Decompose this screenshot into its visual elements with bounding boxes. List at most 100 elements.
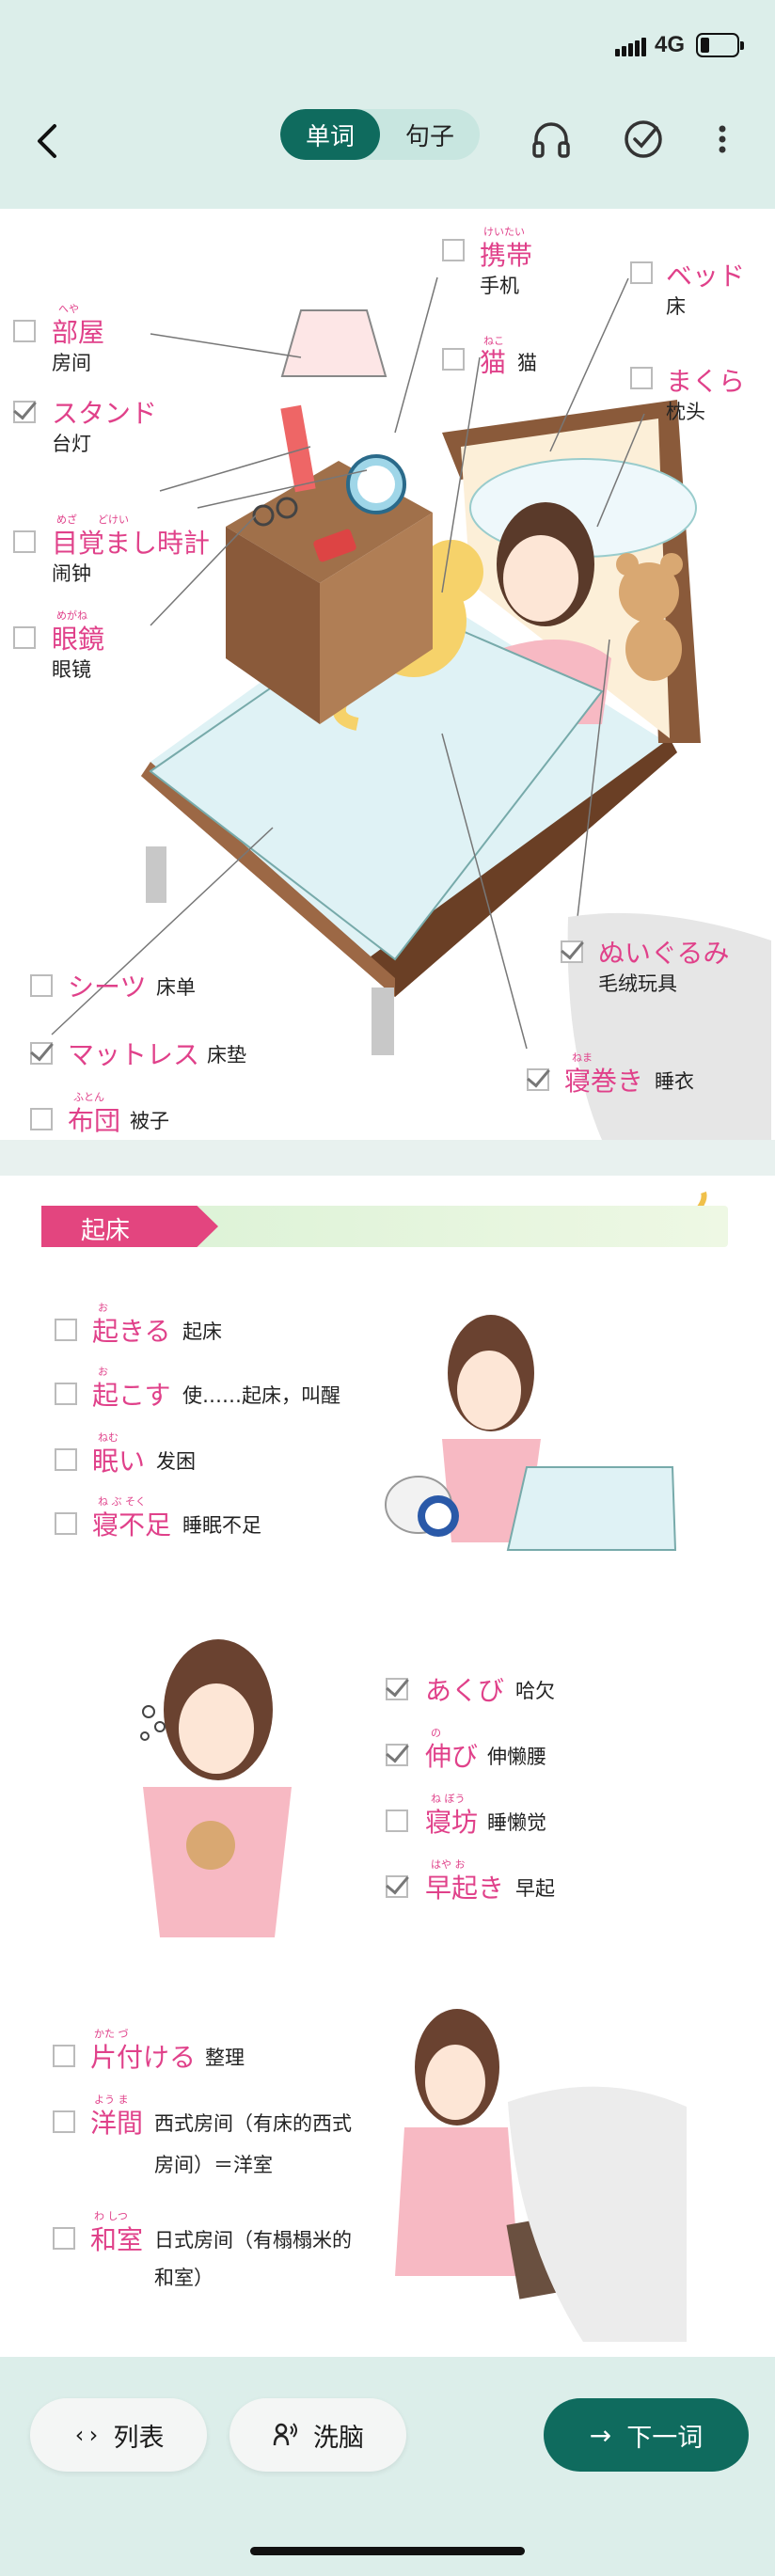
- checkbox-getup-5[interactable]: [386, 1678, 408, 1700]
- checkbox-getup-6[interactable]: [386, 1744, 408, 1766]
- getup-illustrations: [140, 1192, 707, 2342]
- word-jp[interactable]: 目覚まし時計: [52, 523, 210, 561]
- word-jp[interactable]: シーツ: [68, 967, 146, 1004]
- checkbox-getup-11[interactable]: [53, 2227, 75, 2250]
- word-cn: 毛绒玩具: [598, 972, 677, 995]
- checkbox-getup-2[interactable]: [55, 1383, 77, 1405]
- battery-icon: [696, 33, 744, 57]
- checkbox-getup-4[interactable]: [55, 1512, 77, 1535]
- word-cn: 床垫: [207, 1044, 246, 1067]
- word-cn: 起床: [182, 1320, 222, 1343]
- section-title: 起床: [41, 1206, 218, 1247]
- word-cn: 闹钟: [52, 562, 91, 585]
- checkbox-bedroom-3[interactable]: [13, 530, 36, 553]
- checkbox-bedroom-7[interactable]: [630, 261, 653, 284]
- next-word-button[interactable]: → 下一词: [544, 2398, 749, 2472]
- word-cn: 床单: [156, 976, 196, 999]
- word-cn: 日式房间（有榻榻米的: [154, 2229, 352, 2252]
- mode-toggle: 单词 句子: [280, 109, 480, 160]
- word-jp[interactable]: マットレス: [68, 1035, 199, 1072]
- word-jp[interactable]: ベッド: [666, 256, 745, 293]
- word-cn: 睡懒觉: [487, 1811, 546, 1834]
- word-jp[interactable]: 和室: [90, 2220, 143, 2257]
- word-jp[interactable]: あくび: [425, 1670, 504, 1708]
- bedroom-card: へや 部屋 房间 スタンド 台灯 めざ どけい 目覚まし時計 闹钟 めがね 眼鏡…: [0, 209, 775, 1140]
- checkbox-getup-9[interactable]: [53, 2045, 75, 2067]
- word-jp[interactable]: 寝巻き: [564, 1061, 643, 1098]
- word-cn: 房间: [52, 352, 91, 374]
- word-jp[interactable]: 伸び: [425, 1736, 478, 1774]
- checkbox-bedroom-13[interactable]: [527, 1068, 549, 1091]
- word-jp[interactable]: 眠い: [92, 1441, 145, 1478]
- word-cn: 哈欠: [515, 1680, 555, 1702]
- brain-speak-icon: [273, 2423, 297, 2446]
- checkbox-bedroom-12[interactable]: [561, 940, 583, 963]
- word-cn-cont: 房间）＝洋室: [154, 2154, 273, 2176]
- checkbox-getup-1[interactable]: [55, 1319, 77, 1341]
- checkbox-bedroom-10[interactable]: [30, 1042, 53, 1065]
- word-jp[interactable]: まくら: [666, 361, 745, 399]
- more-icon[interactable]: [711, 117, 734, 162]
- tab-sentences[interactable]: 句子: [380, 109, 480, 160]
- checkbox-getup-3[interactable]: [55, 1448, 77, 1471]
- checkbox-bedroom-4[interactable]: [13, 626, 36, 649]
- word-jp[interactable]: 片付ける: [90, 2037, 196, 2075]
- brainwash-label: 洗脑: [313, 2423, 364, 2453]
- word-cn: 伸懒腰: [487, 1746, 546, 1768]
- word-cn-cont: 和室）: [154, 2267, 214, 2289]
- checkbox-bedroom-5[interactable]: [442, 239, 465, 261]
- word-jp[interactable]: 起きる: [92, 1311, 170, 1349]
- next-word-label: 下一词: [626, 2423, 704, 2453]
- headphones-icon[interactable]: [529, 117, 574, 162]
- word-cn: 台灯: [52, 433, 91, 455]
- top-nav: 单词 句子: [0, 94, 775, 198]
- checkbox-bedroom-8[interactable]: [630, 367, 653, 389]
- tab-words[interactable]: 单词: [280, 109, 380, 160]
- network-type: 4G: [655, 32, 686, 57]
- brainwash-button[interactable]: 洗脑: [229, 2398, 406, 2472]
- word-cn: 早起: [515, 1877, 555, 1900]
- back-icon[interactable]: [26, 115, 71, 167]
- word-cn: 枕头: [666, 401, 705, 423]
- word-jp[interactable]: 部屋: [52, 312, 104, 350]
- word-cn: 使……起床，叫醒: [182, 1384, 340, 1407]
- section-divider: [0, 1140, 775, 1176]
- word-jp[interactable]: スタンド: [52, 393, 157, 431]
- word-cn: 手机: [480, 275, 519, 297]
- word-jp[interactable]: 携帯: [480, 235, 532, 273]
- signal-icon: [615, 38, 647, 56]
- word-jp[interactable]: 早起き: [425, 1868, 504, 1905]
- list-label: 列表: [113, 2423, 165, 2453]
- checkbox-bedroom-9[interactable]: [30, 974, 53, 997]
- word-jp[interactable]: 洋間: [90, 2103, 143, 2141]
- word-cn: 眼镜: [52, 658, 91, 681]
- home-indicator: [250, 2547, 525, 2555]
- word-jp[interactable]: 寝不足: [92, 1505, 171, 1542]
- checkbox-bedroom-6[interactable]: [442, 348, 465, 371]
- word-jp[interactable]: 布団: [68, 1100, 120, 1138]
- status-bar: 4G: [0, 0, 775, 94]
- word-jp[interactable]: 起こす: [92, 1375, 170, 1413]
- checkbox-bedroom-1[interactable]: [13, 320, 36, 342]
- checkbox-bedroom-2[interactable]: [13, 401, 36, 423]
- checkbox-getup-7[interactable]: [386, 1810, 408, 1832]
- checkbox-bedroom-11[interactable]: [30, 1108, 53, 1130]
- word-cn: 被子: [130, 1110, 169, 1132]
- check-circle-icon[interactable]: [621, 117, 666, 162]
- word-cn: 猫: [517, 352, 537, 374]
- word-cn: 床: [666, 295, 686, 318]
- word-jp[interactable]: 眼鏡: [52, 619, 104, 656]
- list-button[interactable]: ‹› 列表: [30, 2398, 207, 2472]
- word-jp[interactable]: 猫: [480, 342, 506, 380]
- getup-card: 起床 お 起きる 起床 お 起こす 使……起床，叫醒 ねむ 眠い 发困 ね ぶ …: [0, 1176, 775, 2357]
- checkbox-getup-8[interactable]: [386, 1875, 408, 1898]
- word-cn: 整理: [205, 2047, 245, 2069]
- code-icon: ‹›: [72, 2422, 101, 2448]
- arrow-right-icon: →: [589, 2419, 612, 2451]
- word-cn: 西式房间（有床的西式: [154, 2112, 352, 2135]
- word-jp[interactable]: 寝坊: [425, 1802, 478, 1840]
- checkbox-getup-10[interactable]: [53, 2110, 75, 2133]
- word-cn: 睡衣: [655, 1070, 694, 1093]
- word-jp[interactable]: ぬいぐるみ: [598, 933, 729, 971]
- word-cn: 发困: [156, 1450, 196, 1473]
